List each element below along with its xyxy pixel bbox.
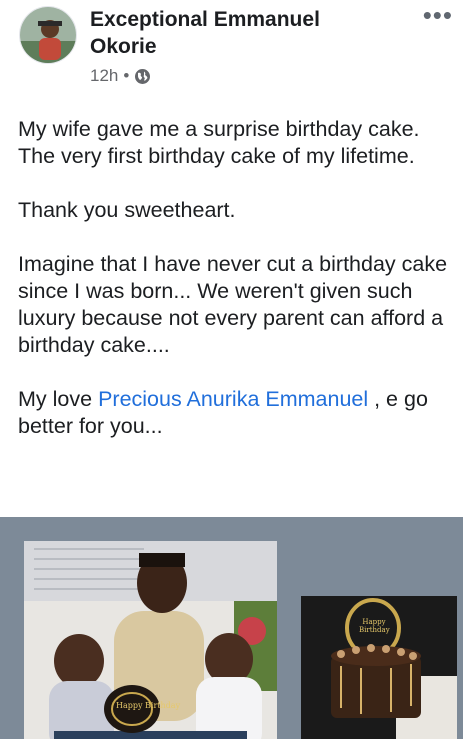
post-time[interactable]: 12h xyxy=(90,66,118,86)
photo-cake[interactable]: Happy Birthday xyxy=(301,596,457,739)
paragraph-4: My love Precious Anurika Emmanuel , e go… xyxy=(18,386,458,440)
paragraph-1: My wife gave me a surprise birthday cake… xyxy=(18,117,420,168)
paragraph-2: Thank you sweetheart. xyxy=(18,198,236,222)
post-text: My wife gave me a surprise birthday cake… xyxy=(18,116,458,467)
photo-family[interactable]: Happy Birthday xyxy=(24,541,277,739)
author-name[interactable]: Exceptional Emmanuel Okorie xyxy=(90,6,390,60)
mention-link[interactable]: Precious Anurika Emmanuel xyxy=(98,387,368,411)
cake-topper-text-1: Happy Birthday xyxy=(116,701,181,710)
post-meta: 12h • xyxy=(90,66,151,86)
post-header: Exceptional Emmanuel Okorie 12h • ••• xyxy=(0,0,463,100)
paragraph-4-prefix: My love xyxy=(18,387,99,411)
paragraph-3: Imagine that I have never cut a birthday… xyxy=(18,252,448,357)
globe-icon[interactable] xyxy=(134,68,151,85)
meta-separator: • xyxy=(123,66,130,85)
post-media: Happy Birthday Happy Birthday xyxy=(0,517,463,739)
more-options-icon[interactable]: ••• xyxy=(423,2,453,28)
author-avatar[interactable] xyxy=(19,6,77,64)
cake-topper-text-2: Happy Birthday xyxy=(359,618,390,634)
